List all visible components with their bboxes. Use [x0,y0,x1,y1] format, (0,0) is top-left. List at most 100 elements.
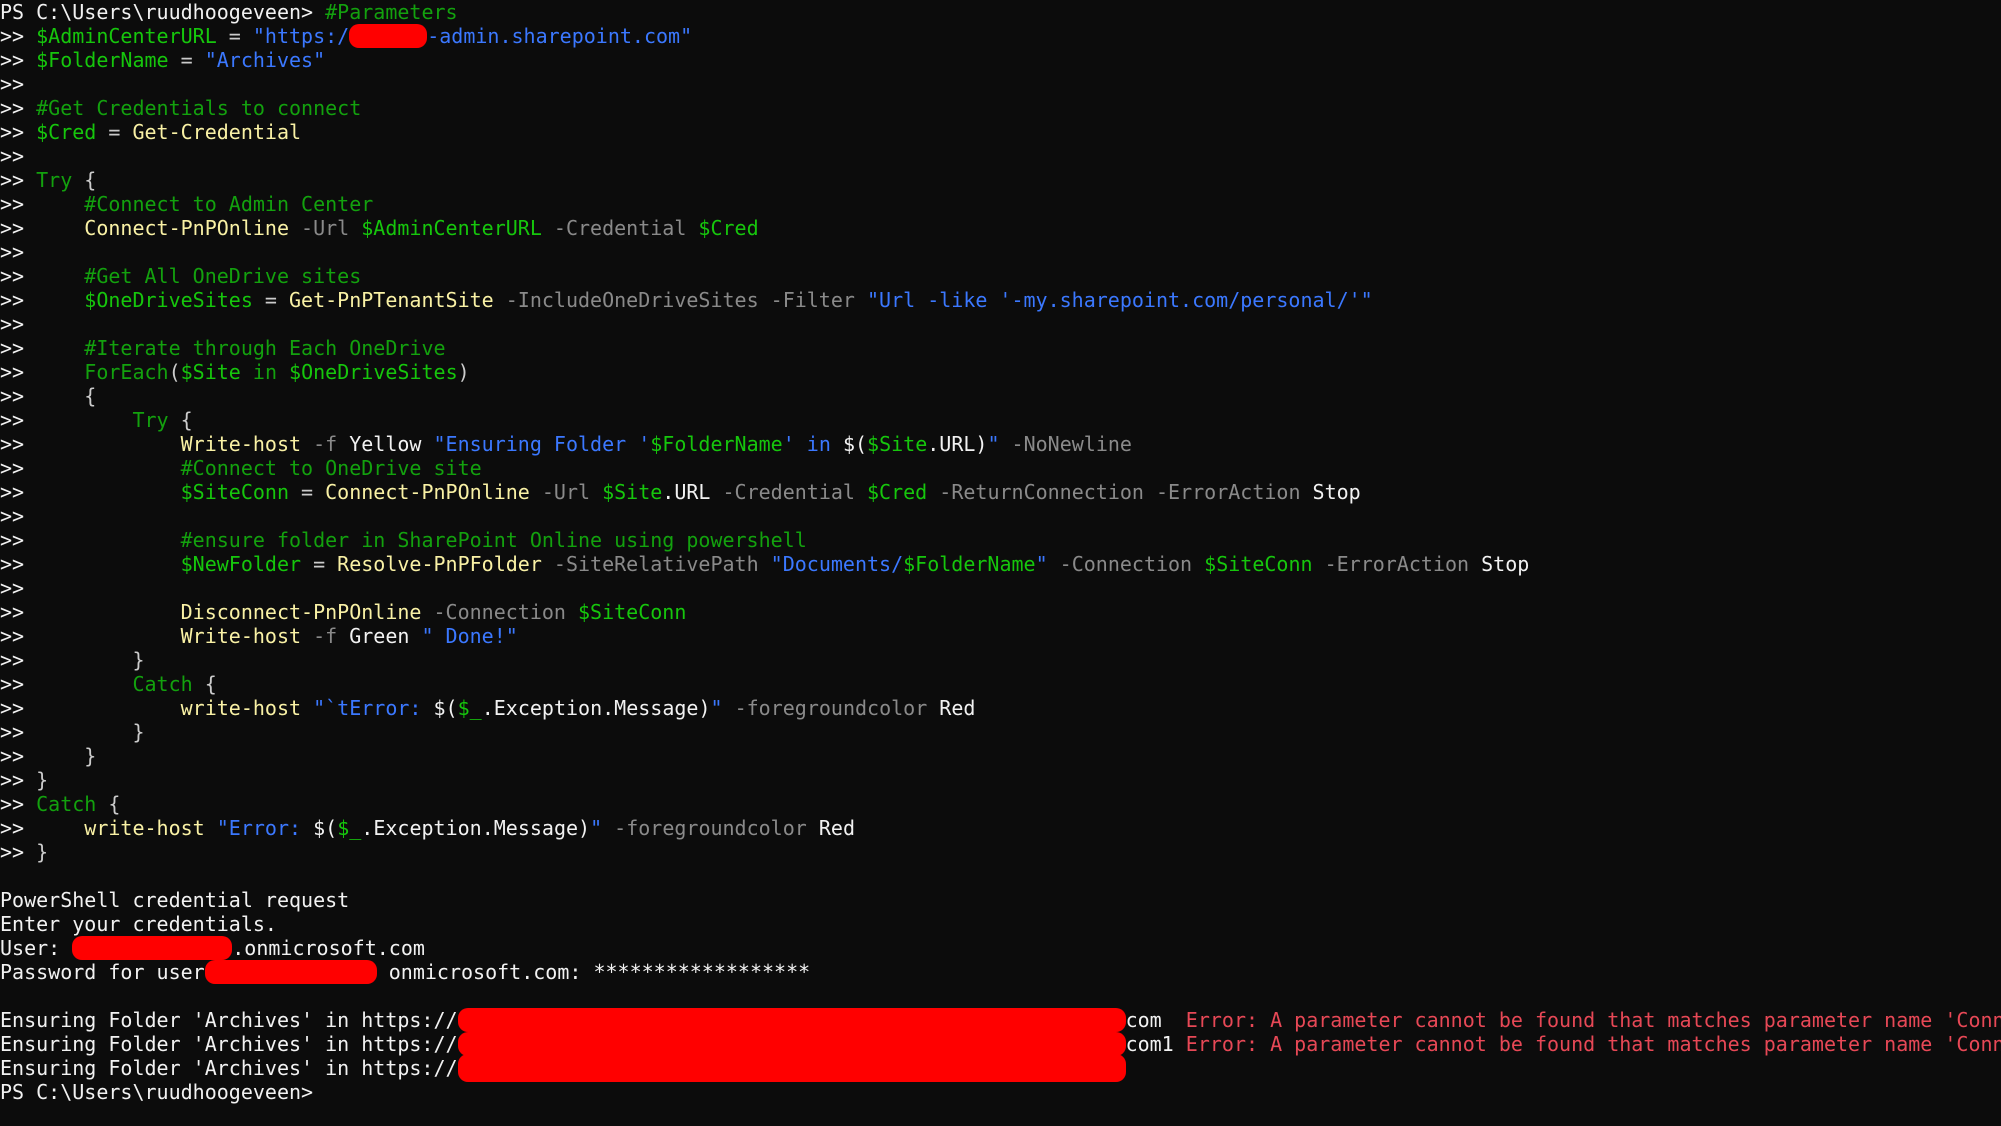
token: >> [0,840,37,864]
token: >> [0,456,181,480]
token: .onmicrosoft.com [232,936,425,960]
token: >> [0,744,85,768]
token: #Iterate through Each OneDrive [84,336,446,360]
token: com1 [1125,1032,1186,1056]
token: $Site [180,360,241,384]
redaction-block [457,1008,1126,1032]
token: $AdminCenterURL [36,24,217,48]
terminal-line-cred: >> $Cred = Get-Credential [0,120,2001,144]
token: -Url [289,216,362,240]
token: >> [0,792,37,816]
token: " [987,432,1000,456]
terminal-line-write-error-outer: >> write-host "Error: $($_.Exception.Mes… [0,816,2001,840]
token: "https:/ [252,24,350,48]
token: #Parameters [325,0,458,24]
terminal-line-brace-close-try: >> } [0,648,2001,672]
powershell-terminal[interactable]: PS C:\Users\ruudhoogeveen> #Parameters >>… [0,0,2001,1126]
terminal-line-cred-request: PowerShell credential request [0,888,2001,912]
terminal-line-output-3: Ensuring Folder 'Archives' in https:// [0,1054,2001,1082]
token: } [132,720,145,744]
token: $Site [867,432,928,456]
token: -f [301,432,350,456]
terminal-line-blank-2: >> [0,144,2001,168]
token: #Connect to Admin Center [84,192,374,216]
token: -ErrorAction [1312,552,1482,576]
terminal-line-try-inner: >> Try { [0,408,2001,432]
token: Error: A parameter cannot be found that … [1185,1008,2001,1032]
token: -f [301,624,350,648]
terminal-line-comment-ensure: >> #ensure folder in SharePoint Online u… [0,528,2001,552]
terminal-line-brace-open: >> { [0,384,2001,408]
token: $Cred [867,480,928,504]
token: Try [132,408,169,432]
token: -ReturnConnection -ErrorAction [927,480,1313,504]
token: -NoNewline [999,432,1132,456]
token: #Get Credentials to connect [36,96,362,120]
terminal-line-comment-connect-od: >> #Connect to OneDrive site [0,456,2001,480]
token: .Exception.Message) [361,816,591,840]
token: Enter your credentials. [0,912,277,936]
terminal-line-blank-6: >> [0,576,2001,600]
terminal-line-brace-close-final: >> } [0,840,2001,864]
terminal-line-blank-4: >> [0,312,2001,336]
token: Error: A parameter cannot be found that … [1185,1032,2001,1056]
token: { [72,168,97,192]
terminal-line-blank-3: >> [0,240,2001,264]
token: >> [0,168,37,192]
token: $SiteConn [180,480,289,504]
token: "Error: [216,816,314,840]
token: "Url -like '-my.sharepoint.com/personal/… [866,288,1373,312]
token: >> [0,384,85,408]
token: -Connection [421,600,578,624]
token: -Credential [541,216,699,240]
token: PS C:\Users\ruudhoogeveen> [0,1080,314,1104]
token: } [84,744,97,768]
terminal-line-user-line: User: .onmicrosoft.com [0,936,2001,960]
token: Get-PnPTenantSite [289,288,494,312]
token: $Cred [36,120,97,144]
token: } [36,768,49,792]
redaction-block [457,1054,1126,1082]
token: Write-host [180,432,302,456]
token: Write-host [180,624,302,648]
token: $Site [602,480,663,504]
terminal-line-brace-close-outer: >> } [0,768,2001,792]
token: " [590,816,603,840]
token: -foregroundcolor [722,696,940,720]
token: >> [0,120,37,144]
token: Ensuring Folder 'Archives' in https:// [0,1032,458,1056]
terminal-line-catch-outer: >> Catch { [0,792,2001,816]
token: -foregroundcolor [602,816,819,840]
token: #ensure folder in SharePoint Online usin… [180,528,807,552]
token: } [36,840,49,864]
token: #Get All OneDrive sites [84,264,362,288]
token: write-host [84,816,205,840]
terminal-line-blank-5: >> [0,504,2001,528]
token: { [192,672,217,696]
terminal-line-folder-name: >> $FolderName = "Archives" [0,48,2001,72]
token: -admin.sharepoint.com" [427,24,693,48]
redaction-block [349,24,428,48]
token: " Done!" [421,624,518,648]
token: >> [0,408,133,432]
terminal-line-disconnect: >> Disconnect-PnPOnline -Connection $Sit… [0,600,2001,624]
token: $( [313,816,338,840]
token: " [710,696,723,720]
token: "Documents/ [770,552,904,576]
token: = [96,120,133,144]
redaction-block [204,960,377,984]
token: Ensuring Folder 'Archives' in https:// [0,1056,458,1080]
token: ' in [782,432,843,456]
terminal-line-write-done: >> Write-host -f Green " Done!" [0,624,2001,648]
terminal-line-blank-8 [0,984,2001,1008]
token: Get-Credential [132,120,302,144]
token: $OneDriveSites [84,288,253,312]
token: .URL) [927,432,988,456]
token: >> [0,360,85,384]
token: >> [0,768,37,792]
token: -Url [529,480,603,504]
token: Connect-PnPOnline [84,216,289,240]
